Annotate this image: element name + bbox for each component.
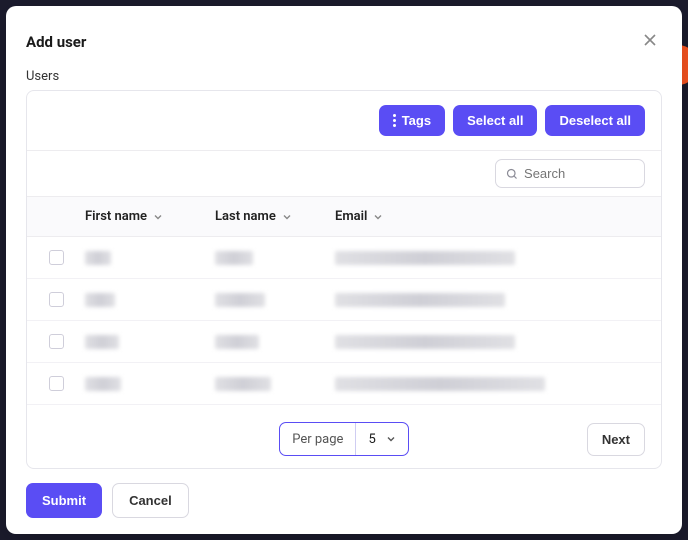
users-section-label: Users [6,69,682,90]
email-cell [335,251,515,265]
search-icon [506,167,518,181]
column-email[interactable]: Email [335,209,661,224]
table-header: First name Last name Email [27,197,661,237]
deselect-all-label: Deselect all [559,113,631,128]
modal-title: Add user [26,33,86,51]
first-name-cell [85,251,111,265]
row-checkbox[interactable] [49,376,64,391]
table-row [27,321,661,363]
deselect-all-button[interactable]: Deselect all [545,105,645,136]
per-page-value: 5 [368,432,375,447]
email-cell [335,377,545,391]
chevron-down-icon [373,212,383,222]
table-body [27,237,661,410]
row-checkbox[interactable] [49,250,64,265]
row-checkbox[interactable] [49,334,64,349]
last-name-cell [215,377,271,391]
select-all-label: Select all [467,113,523,128]
last-name-cell [215,293,265,307]
table-row [27,279,661,321]
close-button[interactable] [638,28,662,55]
chevron-down-icon [282,212,292,222]
next-button-label: Next [602,432,630,447]
tags-button[interactable]: Tags [379,105,445,136]
per-page-control[interactable]: Per page 5 [279,422,409,456]
users-table: First name Last name Email [27,197,661,410]
add-user-modal: Add user Users Tags Select all Deselect … [6,6,682,534]
column-last-name[interactable]: Last name [215,209,335,224]
search-input[interactable] [524,166,634,181]
chevron-down-icon [153,212,163,222]
modal-header: Add user [6,22,682,69]
email-cell [335,335,515,349]
table-row [27,237,661,279]
users-panel: Tags Select all Deselect all First name [26,90,662,469]
close-icon [642,32,658,48]
row-checkbox[interactable] [49,292,64,307]
search-row [27,151,661,197]
first-name-cell [85,377,121,391]
column-first-name[interactable]: First name [85,209,215,224]
per-page-select[interactable]: 5 [356,423,407,455]
column-last-name-label: Last name [215,209,276,224]
last-name-cell [215,251,253,265]
menu-dots-icon [393,114,396,127]
cancel-button-label: Cancel [129,493,172,508]
email-cell [335,293,505,307]
table-row [27,363,661,405]
submit-button[interactable]: Submit [26,483,102,518]
search-box[interactable] [495,159,645,188]
last-name-cell [215,335,259,349]
toolbar: Tags Select all Deselect all [27,91,661,151]
column-first-name-label: First name [85,209,147,224]
pagination: Per page 5 Next [27,410,661,468]
next-button[interactable]: Next [587,423,645,456]
cancel-button[interactable]: Cancel [112,483,189,518]
column-email-label: Email [335,209,367,224]
per-page-label: Per page [280,423,356,455]
first-name-cell [85,335,119,349]
submit-button-label: Submit [42,493,86,508]
first-name-cell [85,293,115,307]
chevron-down-icon [386,434,396,444]
tags-button-label: Tags [402,113,431,128]
modal-footer: Submit Cancel [6,483,682,518]
select-all-button[interactable]: Select all [453,105,537,136]
